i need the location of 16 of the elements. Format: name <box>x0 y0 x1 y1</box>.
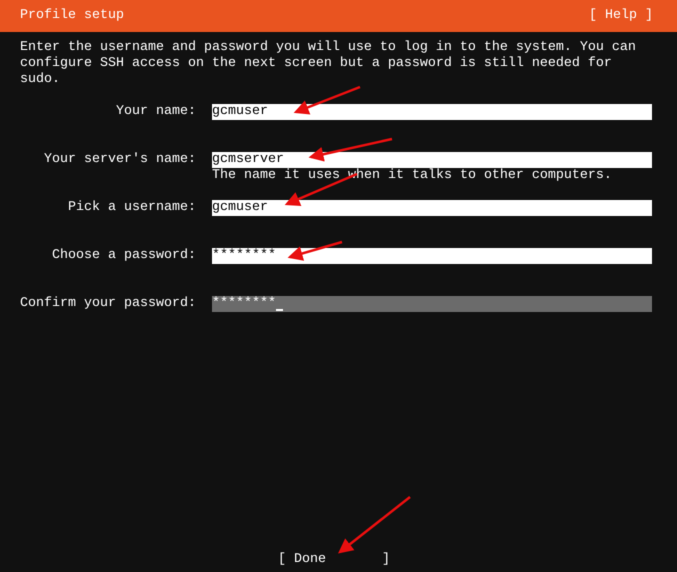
arrow-annotation <box>288 240 342 261</box>
input-field[interactable]: gcmuser <box>212 104 652 120</box>
done-button[interactable]: [ Done ] <box>278 552 390 568</box>
input-field[interactable]: ******** <box>212 296 652 312</box>
intro-text: Enter the username and password you will use to log in to the system. You can configure SSH access on the next screen but a password is still needed for sudo. <box>19 39 637 88</box>
input-field[interactable]: ******** <box>212 248 652 264</box>
screen-title: Profile setup <box>20 8 124 24</box>
input-field[interactable]: gcmserver <box>212 152 652 168</box>
field-label: Confirm your password: <box>19 296 196 312</box>
help-button[interactable]: [ Help ] <box>589 8 653 24</box>
field-label: Your server's name: <box>43 152 196 168</box>
field-label: Your name: <box>115 104 196 120</box>
input-field[interactable]: gcmuser <box>212 200 652 216</box>
arrow-annotation <box>294 86 360 114</box>
field-label: Choose a password: <box>51 248 196 264</box>
field-label: Pick a username: <box>67 200 196 216</box>
